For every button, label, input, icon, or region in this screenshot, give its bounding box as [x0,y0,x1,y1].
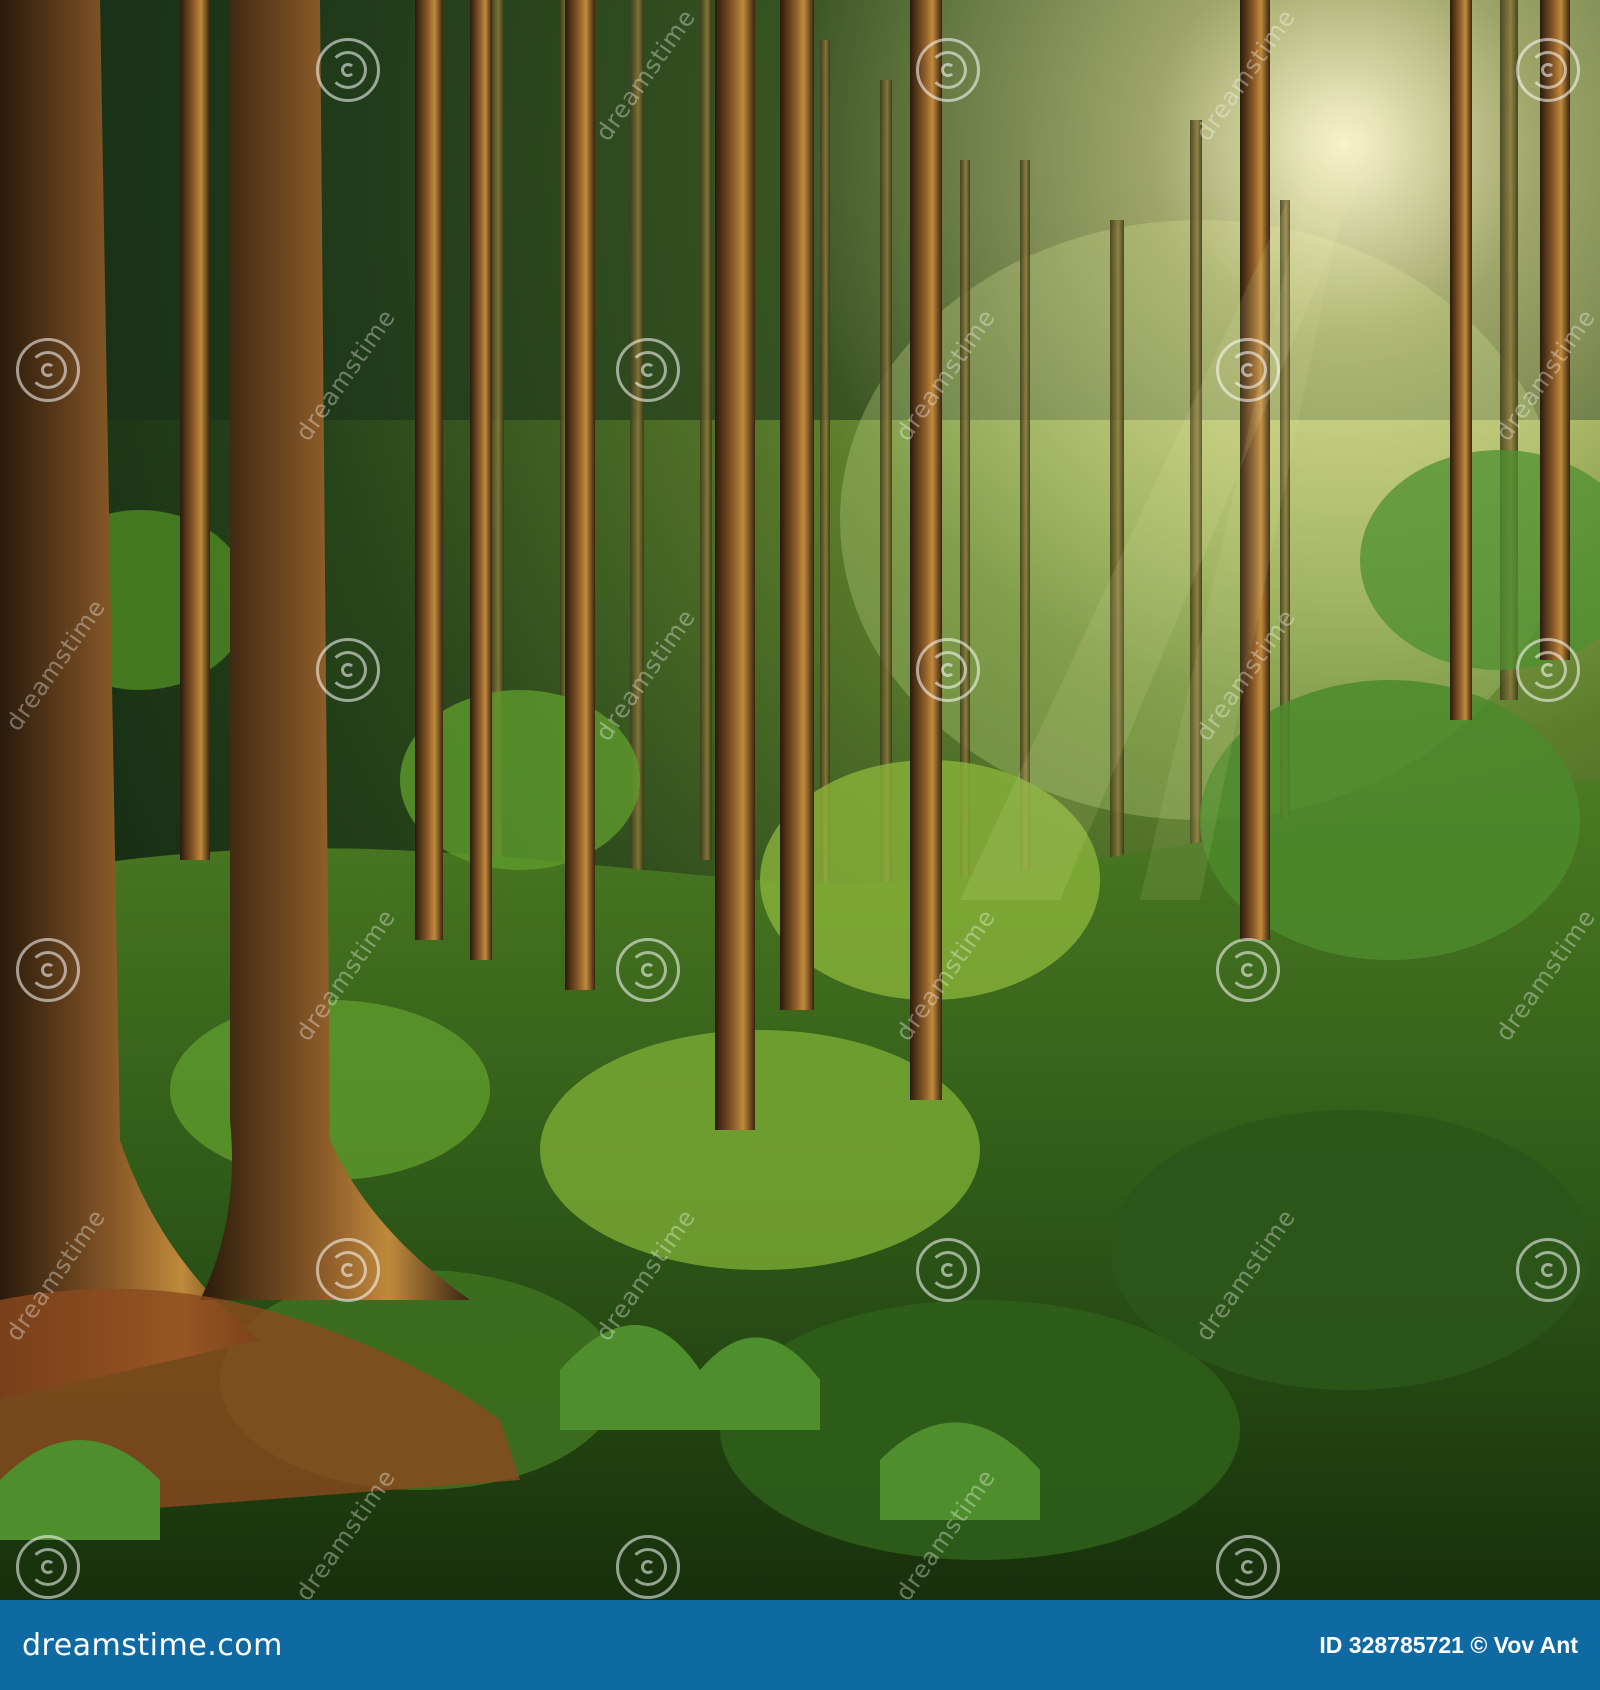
watermark-spiral-icon [1216,1535,1280,1599]
watermark-spiral-icon [16,338,80,402]
watermark-spiral-icon [916,38,980,102]
watermark-spiral-icon [1516,38,1580,102]
watermark-spiral-icon [1516,1238,1580,1302]
watermark-spiral-icon [1216,938,1280,1002]
image-credit: ID 328785721 © Vov Ant [1319,1631,1578,1658]
forest-illustration [0,0,1600,1600]
forest-photo: dreamstime dreamstime dreamstime dreamst… [0,0,1600,1600]
watermark-spiral-icon [1516,638,1580,702]
brand-logo-text: dreamstime.com [22,1627,283,1663]
attribution-banner: dreamstime.com ID 328785721 © Vov Ant [0,1600,1600,1690]
stock-photo-frame: dreamstime dreamstime dreamstime dreamst… [0,0,1600,1690]
watermark-spiral-icon [1216,338,1280,402]
watermark-spiral-icon [316,38,380,102]
watermark-spiral-icon [16,938,80,1002]
watermark-spiral-icon [916,638,980,702]
watermark-spiral-icon [316,1238,380,1302]
watermark-spiral-icon [316,638,380,702]
watermark-spiral-icon [16,1535,80,1599]
watermark-spiral-icon [916,1238,980,1302]
watermark-spiral-icon [616,338,680,402]
watermark-spiral-icon [616,1535,680,1599]
watermark-spiral-icon [616,938,680,1002]
